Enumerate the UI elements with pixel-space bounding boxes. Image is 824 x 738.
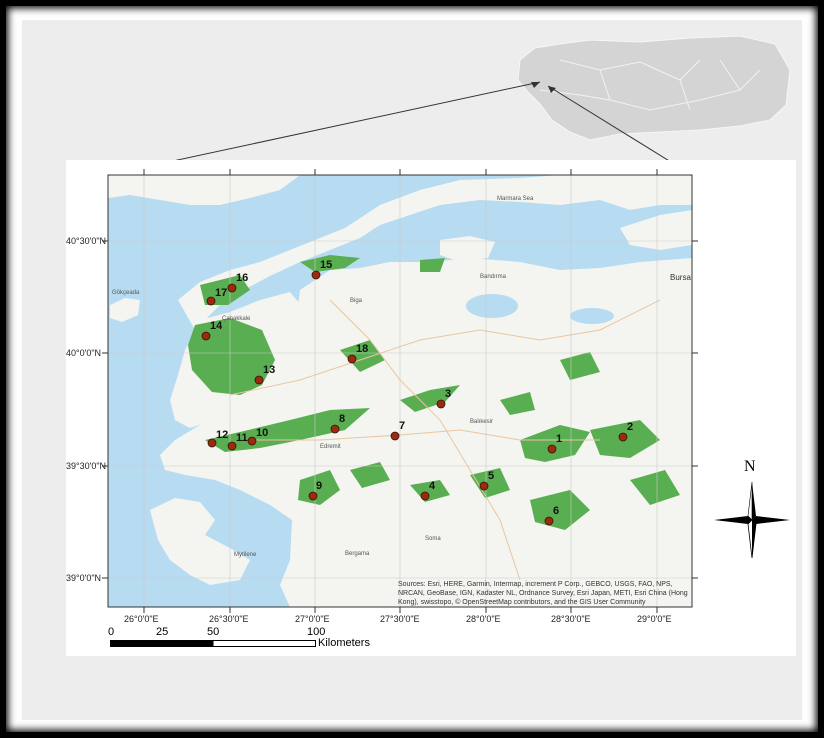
site-label-8: 8 <box>339 413 345 425</box>
lat-label-39-0: 39°0'0"N <box>66 573 102 583</box>
site-marker-6 <box>544 516 554 526</box>
site-label-13: 13 <box>263 364 275 376</box>
place-soma: Soma <box>425 536 441 542</box>
scale-tick-0: 0 <box>108 626 115 638</box>
place-marmara-sea: Marmara Sea <box>497 196 534 202</box>
site-marker-9 <box>308 491 318 501</box>
site-label-4: 4 <box>429 480 436 492</box>
compass-rose-icon <box>714 481 790 559</box>
site-label-16: 16 <box>236 272 248 284</box>
lon-label-26-30: 26°30'0"E <box>209 614 249 624</box>
site-label-3: 3 <box>445 388 451 400</box>
site-marker-7 <box>390 431 400 441</box>
place-bergama: Bergama <box>345 551 370 557</box>
lake-manyas <box>466 294 518 318</box>
site-label-15: 15 <box>320 259 332 271</box>
place-bursa: Bursa <box>670 273 691 282</box>
lat-label-40-30: 40°30'0"N <box>66 236 107 246</box>
scale-tick-50: 50 <box>207 626 220 638</box>
scale-unit-label: Kilometers <box>318 637 370 649</box>
north-label: N <box>744 458 756 475</box>
lat-label-39-30: 39°30'0"N <box>66 461 107 471</box>
site-marker-16 <box>227 283 237 293</box>
site-label-7: 7 <box>399 420 405 432</box>
site-label-18: 18 <box>356 343 368 355</box>
site-label-2: 2 <box>627 421 633 433</box>
lon-label-28-30: 28°30'0"E <box>551 614 591 624</box>
place-canakkale: Çanakkale <box>222 316 251 322</box>
site-label-10: 10 <box>256 427 268 439</box>
site-marker-4 <box>420 491 430 501</box>
lon-label-27-0: 27°0'0"E <box>295 614 330 624</box>
lon-label-28-0: 28°0'0"E <box>466 614 501 624</box>
place-bandirma: Bandırma <box>480 274 507 280</box>
site-marker-10 <box>247 436 257 446</box>
place-biga: Biga <box>350 298 363 304</box>
place-gokceada: Gökçeada <box>112 290 140 296</box>
site-marker-11 <box>227 441 237 451</box>
site-label-1: 1 <box>556 433 562 445</box>
lon-label-29-0: 29°0'0"E <box>637 614 672 624</box>
scale-bar <box>110 640 316 647</box>
site-marker-2 <box>618 432 628 442</box>
site-marker-1 <box>547 444 557 454</box>
site-label-6: 6 <box>553 505 559 517</box>
site-marker-8 <box>330 424 340 434</box>
site-marker-18 <box>347 354 357 364</box>
site-marker-15 <box>311 270 321 280</box>
site-marker-12 <box>207 438 217 448</box>
site-marker-14 <box>201 331 211 341</box>
site-label-12: 12 <box>216 429 228 441</box>
scale-tick-25: 25 <box>156 626 169 638</box>
site-marker-17 <box>206 296 216 306</box>
place-edremit: Edremit <box>320 444 341 450</box>
site-label-11: 11 <box>236 432 248 444</box>
site-marker-5 <box>479 481 489 491</box>
lake-uluabat <box>570 308 614 324</box>
site-marker-3 <box>436 399 446 409</box>
lon-label-27-30: 27°30'0"E <box>380 614 420 624</box>
site-label-5: 5 <box>488 470 494 482</box>
lat-label-40-0: 40°0'0"N <box>66 348 102 358</box>
site-label-14: 14 <box>210 320 223 332</box>
north-arrow: N <box>712 458 792 562</box>
map-attribution: Sources: Esri, HERE, Garmin, Intermap, i… <box>398 581 688 606</box>
place-balikesir: Balıkesir <box>470 419 493 425</box>
lon-label-26-0: 26°0'0"E <box>124 614 159 624</box>
place-mytilene: Mytilene <box>234 552 257 558</box>
site-label-9: 9 <box>316 480 322 492</box>
site-marker-13 <box>254 375 264 385</box>
study-area-map: Marmara Sea Bandırma Bursa Biga Balıkesi… <box>102 169 698 613</box>
site-label-17: 17 <box>215 287 227 299</box>
